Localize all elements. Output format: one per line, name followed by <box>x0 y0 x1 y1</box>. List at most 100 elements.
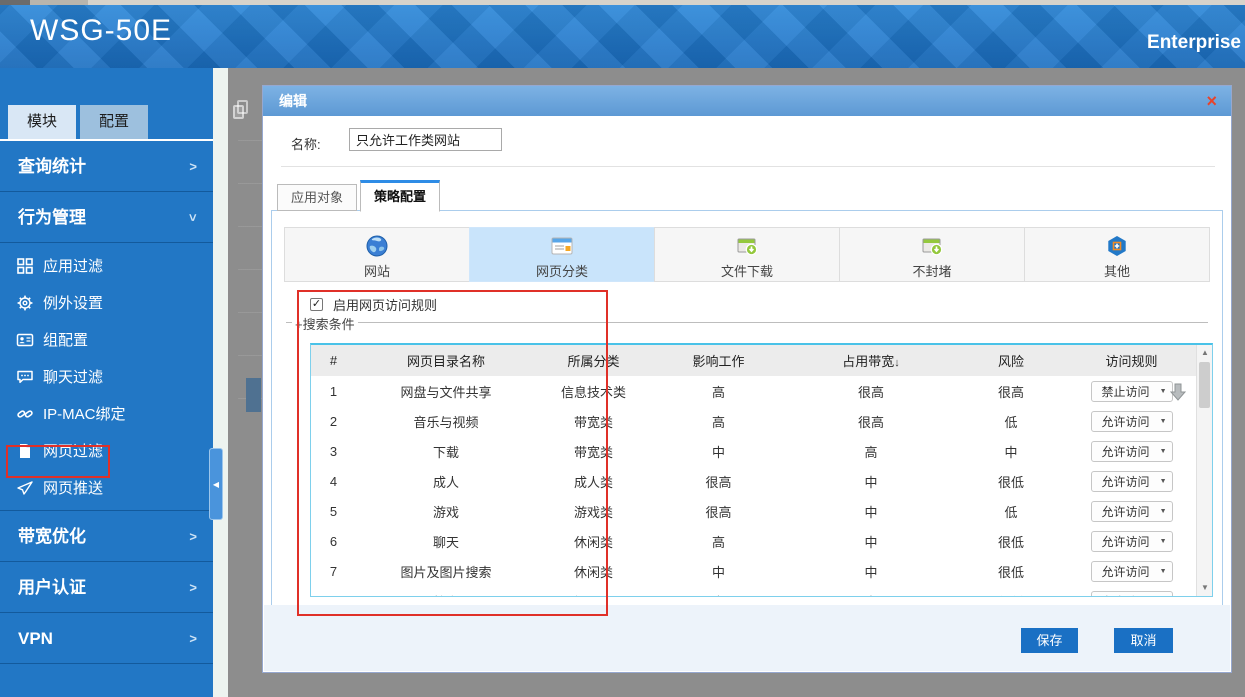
sidebar-group-behavior-mgmt[interactable]: 行为管理 > <box>0 192 213 243</box>
apply-to-all-icon[interactable] <box>1167 381 1189 403</box>
sidebar-group-query-stats[interactable]: 查询统计 > <box>0 141 213 192</box>
row-category-name: 成人 <box>356 472 536 491</box>
row-parent-category: 知识类 <box>536 592 651 598</box>
table-header-row: # 网页目录名称 所属分类 影响工作 占用带宽↓ 风险 访问规则 <box>311 345 1212 376</box>
sidebar-item-ip-mac-binding[interactable]: IP-MAC绑定 <box>0 395 213 432</box>
scrollbar-thumb[interactable] <box>1199 362 1210 408</box>
col-header-rule[interactable]: 访问规则 <box>1066 351 1197 370</box>
row-work-impact: 很高 <box>651 502 786 521</box>
copy-icon <box>233 100 249 119</box>
row-risk-level: 很高 <box>956 382 1066 401</box>
row-work-impact: 中 <box>651 562 786 581</box>
table-row: 3 下载 带宽类 中 高 中 允许访问 ▼ <box>311 436 1212 466</box>
access-rule-select[interactable]: 禁止访问 ▼ <box>1091 381 1173 402</box>
row-category-name: 教育 <box>356 592 536 598</box>
sort-desc-icon: ↓ <box>894 357 900 369</box>
policy-tab-no-block[interactable]: 不封堵 <box>839 227 1025 282</box>
col-header-num[interactable]: # <box>311 353 356 368</box>
page-icon <box>16 442 34 460</box>
sidebar-item-app-filter[interactable]: 应用过滤 <box>0 247 213 284</box>
policy-tab-web-category[interactable]: 网页分类 <box>469 227 655 282</box>
col-header-name[interactable]: 网页目录名称 <box>356 351 536 370</box>
access-rule-select[interactable]: 允许访问 ▼ <box>1091 411 1173 432</box>
access-rule-select[interactable]: 允许访问 ▼ <box>1091 591 1173 598</box>
policy-tab-other[interactable]: 其他 <box>1024 227 1210 282</box>
sidebar-group-vpn[interactable]: VPN > <box>0 613 213 664</box>
dialog-tabs: 应用对象 策略配置 <box>277 178 443 211</box>
row-number: 4 <box>311 474 356 489</box>
chevron-down-icon: ▼ <box>1160 538 1172 545</box>
table-row: 6 聊天 休闲类 高 中 很低 允许访问 ▼ <box>311 526 1212 556</box>
behavior-submenu: 应用过滤 例外设置 组配置 聊天过滤 IP-MAC绑定 网页过滤 <box>0 243 213 511</box>
row-bandwidth-usage: 中 <box>786 592 956 598</box>
row-parent-category: 休闲类 <box>536 532 651 551</box>
row-category-name: 下载 <box>356 442 536 461</box>
row-category-name: 图片及图片搜索 <box>356 562 536 581</box>
tab-module[interactable]: 模块 <box>8 105 76 139</box>
enable-rule-label: 启用网页访问规则 <box>333 295 437 314</box>
table-row: 5 游戏 游戏类 很高 中 低 允许访问 ▼ <box>311 496 1212 526</box>
search-conditions-legend[interactable]: +搜索条件 <box>292 314 358 333</box>
row-work-impact: 高 <box>651 382 786 401</box>
policy-tab-file-download[interactable]: 文件下载 <box>654 227 840 282</box>
cancel-button[interactable]: 取消 <box>1114 628 1173 653</box>
save-button[interactable]: 保存 <box>1021 628 1078 653</box>
chevron-right-icon: > <box>189 141 197 192</box>
sidebar-item-exception-settings[interactable]: 例外设置 <box>0 284 213 321</box>
scroll-up-icon[interactable]: ▲ <box>1197 345 1213 361</box>
row-category-name: 游戏 <box>356 502 536 521</box>
table-scrollbar[interactable]: ▲ ▼ <box>1196 345 1212 596</box>
content-gutter <box>213 68 228 697</box>
row-risk-level: 低 <box>956 502 1066 521</box>
row-bandwidth-usage: 中 <box>786 472 956 491</box>
row-number: 5 <box>311 504 356 519</box>
tab-application-object[interactable]: 应用对象 <box>277 184 357 211</box>
tab-policy-config[interactable]: 策略配置 <box>360 180 440 212</box>
collapse-arrow-icon: ◀ <box>213 480 219 489</box>
access-rule-select[interactable]: 允许访问 ▼ <box>1091 471 1173 492</box>
table-row: 4 成人 成人类 很高 中 很低 允许访问 ▼ <box>311 466 1212 496</box>
policy-tab-website[interactable]: 网站 <box>284 227 470 282</box>
row-number: 8 <box>311 594 356 598</box>
chevron-down-icon: ▼ <box>1160 478 1172 485</box>
row-bandwidth-usage: 中 <box>786 502 956 521</box>
row-work-impact: 高 <box>651 532 786 551</box>
sidebar-item-web-push[interactable]: 网页推送 <box>0 469 213 506</box>
sidebar: 模块 配置 查询统计 > 行为管理 > 应用过滤 例外设置 组配置 <box>0 68 213 697</box>
row-parent-category: 信息技术类 <box>536 382 651 401</box>
dialog-title: 编辑 <box>279 93 307 109</box>
sidebar-group-bandwidth[interactable]: 带宽优化 > <box>0 511 213 562</box>
enable-rule-checkbox[interactable]: ✓ <box>310 298 323 311</box>
name-label: 名称: <box>291 134 321 153</box>
access-rule-select[interactable]: 允许访问 ▼ <box>1091 561 1173 582</box>
sidebar-item-chat-filter[interactable]: 聊天过滤 <box>0 358 213 395</box>
close-icon[interactable]: × <box>1206 86 1217 116</box>
gear-icon <box>16 294 34 312</box>
sidebar-item-web-filter[interactable]: 网页过滤 <box>0 432 213 469</box>
chat-icon <box>16 368 34 386</box>
send-icon <box>16 479 34 497</box>
row-number: 2 <box>311 414 356 429</box>
table-row: 8 教育 知识类 中 中 很低 允许访问 ▼ <box>311 586 1212 597</box>
col-header-bandwidth[interactable]: 占用带宽↓ <box>786 351 956 370</box>
access-rule-select[interactable]: 允许访问 ▼ <box>1091 501 1173 522</box>
access-rule-select[interactable]: 允许访问 ▼ <box>1091 531 1173 552</box>
scroll-down-icon[interactable]: ▼ <box>1197 580 1213 596</box>
other-icon <box>1105 234 1129 258</box>
tab-config[interactable]: 配置 <box>80 105 148 139</box>
row-number: 6 <box>311 534 356 549</box>
chevron-down-icon: > <box>168 214 219 222</box>
access-rule-select[interactable]: 允许访问 ▼ <box>1091 441 1173 462</box>
col-header-category[interactable]: 所属分类 <box>536 351 651 370</box>
sidebar-tabs: 模块 配置 <box>8 105 148 139</box>
name-input[interactable] <box>349 128 502 151</box>
row-risk-level: 很低 <box>956 532 1066 551</box>
col-header-risk[interactable]: 风险 <box>956 351 1066 370</box>
row-risk-level: 很低 <box>956 562 1066 581</box>
sidebar-collapse-handle[interactable]: ◀ <box>209 448 223 520</box>
col-header-work[interactable]: 影响工作 <box>651 351 786 370</box>
sidebar-group-user-auth[interactable]: 用户认证 > <box>0 562 213 613</box>
sidebar-item-group-config[interactable]: 组配置 <box>0 321 213 358</box>
chevron-down-icon: ▼ <box>1160 508 1172 515</box>
row-number: 3 <box>311 444 356 459</box>
